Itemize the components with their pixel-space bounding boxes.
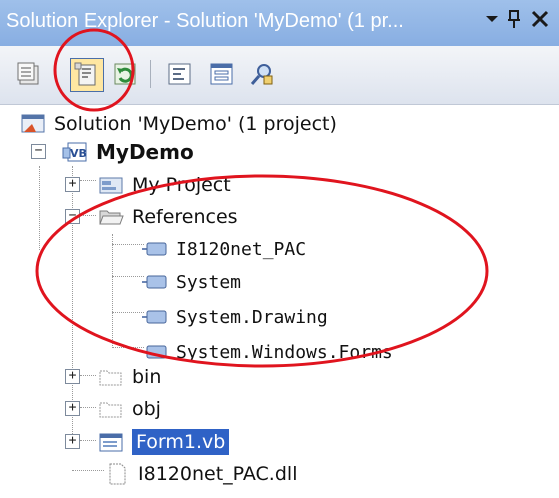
annotation-layer (35, 28, 489, 368)
annotation-circle-references (35, 174, 489, 368)
annotation-circle-toolbar (53, 28, 135, 112)
